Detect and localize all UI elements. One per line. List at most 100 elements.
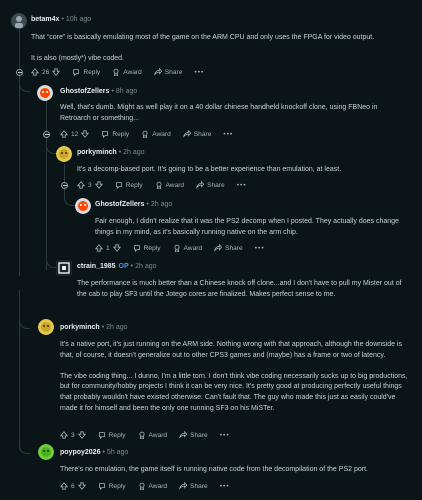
- comment-header: poypoy2026 • 5h ago: [60, 449, 129, 456]
- timestamp: 2h ago: [150, 201, 173, 208]
- award-icon: [155, 181, 163, 189]
- downvote-icon[interactable]: [94, 181, 103, 189]
- comment-body: It's a decomp-based port. It's going to …: [77, 165, 412, 176]
- more-options-icon[interactable]: •••: [255, 245, 265, 252]
- award-button[interactable]: Award: [138, 482, 167, 490]
- reply-button[interactable]: Reply: [98, 482, 126, 490]
- share-icon: [196, 181, 205, 189]
- award-button[interactable]: Award: [112, 68, 142, 76]
- comment-paragraph: Well, that's dumb. Might as well play it…: [60, 104, 378, 122]
- thread-line: [19, 24, 20, 276]
- vote-count: 1: [106, 244, 110, 252]
- share-button[interactable]: Share: [179, 482, 208, 490]
- vote-count: 6: [71, 482, 75, 490]
- collapse-icon[interactable]: [43, 131, 50, 138]
- avatar[interactable]: [56, 260, 72, 276]
- reply-button[interactable]: Reply: [133, 244, 161, 252]
- share-button[interactable]: Share: [196, 181, 225, 189]
- username[interactable]: porkyminch: [60, 324, 100, 331]
- avatar[interactable]: [37, 85, 53, 101]
- award-icon: [112, 68, 120, 76]
- comment-body: Fair enough, I didn't realize that it wa…: [95, 217, 410, 238]
- comment-header: porkyminch • 2h ago: [77, 149, 145, 156]
- username[interactable]: GhostofZellers: [60, 88, 109, 95]
- comment-paragraph: That “core” is basically emulating most …: [31, 34, 375, 41]
- comment-body: The performance is much better than a Ch…: [77, 279, 412, 300]
- comment-actions: 3 Reply Award Share •••: [77, 181, 247, 189]
- comment-body: It's a native port, it's just running on…: [60, 340, 412, 414]
- upvote-icon[interactable]: [77, 181, 85, 189]
- more-options-icon[interactable]: •••: [194, 69, 204, 76]
- comment-actions: 12 Reply Award Share •••: [60, 130, 233, 138]
- reply-button[interactable]: Reply: [72, 68, 100, 76]
- comment-body: Well, that's dumb. Might as well play it…: [60, 103, 410, 124]
- reply-button[interactable]: Reply: [98, 431, 126, 439]
- comment-paragraph: There's no emulation, the game itself is…: [60, 466, 368, 473]
- timestamp: 5h ago: [106, 449, 129, 456]
- upvote-icon[interactable]: [95, 244, 103, 252]
- downvote-icon[interactable]: [52, 68, 61, 76]
- avatar[interactable]: [75, 198, 91, 214]
- reply-icon: [133, 244, 141, 252]
- comment-header: ctrain_1985 OP • 2h ago: [77, 263, 157, 270]
- username[interactable]: poypoy2026: [60, 449, 100, 456]
- reply-icon: [98, 482, 106, 490]
- share-button[interactable]: Share: [179, 431, 208, 439]
- timestamp: 2h ago: [123, 149, 145, 156]
- avatar[interactable]: [11, 13, 27, 29]
- award-button[interactable]: Award: [141, 130, 171, 138]
- vote-count: 3: [88, 181, 92, 189]
- share-icon: [214, 244, 223, 252]
- avatar[interactable]: [38, 319, 54, 335]
- vote-count: 26: [42, 68, 50, 76]
- share-button[interactable]: Share: [182, 130, 211, 138]
- share-button[interactable]: Share: [214, 244, 243, 252]
- award-button[interactable]: Award: [138, 431, 167, 439]
- comment-paragraph: Fair enough, I didn't realize that it wa…: [95, 218, 399, 236]
- share-button[interactable]: Share: [153, 68, 182, 76]
- avatar[interactable]: [56, 146, 72, 162]
- upvote-icon[interactable]: [60, 482, 68, 490]
- reply-button[interactable]: Reply: [101, 130, 129, 138]
- comment-header: porkyminch • 2h ago: [60, 324, 128, 331]
- award-button[interactable]: Award: [173, 244, 202, 252]
- username[interactable]: ctrain_1985: [77, 263, 116, 270]
- upvote-icon[interactable]: [60, 431, 68, 439]
- share-icon: [179, 482, 188, 490]
- award-icon: [173, 244, 181, 252]
- username[interactable]: porkyminch: [77, 149, 117, 156]
- comment-body: There's no emulation, the game itself is…: [60, 465, 412, 476]
- timestamp: 2h ago: [106, 324, 128, 331]
- award-button[interactable]: Award: [155, 181, 184, 189]
- collapse-icon[interactable]: [16, 69, 23, 76]
- thread-connector: [19, 319, 30, 329]
- award-icon: [138, 482, 146, 490]
- more-options-icon[interactable]: •••: [220, 483, 230, 490]
- more-options-icon[interactable]: •••: [223, 131, 233, 138]
- downvote-icon[interactable]: [112, 244, 121, 252]
- comment-actions: 1 Reply Award Share •••: [95, 244, 265, 252]
- upvote-icon[interactable]: [60, 130, 68, 138]
- avatar[interactable]: [38, 444, 54, 460]
- downvote-icon[interactable]: [77, 482, 86, 490]
- reply-icon: [98, 431, 106, 439]
- timestamp: 2h ago: [135, 263, 157, 270]
- downvote-icon[interactable]: [77, 431, 86, 439]
- comment-paragraph: The performance is much better than a Ch…: [77, 280, 402, 298]
- downvote-icon[interactable]: [81, 130, 90, 138]
- username[interactable]: GhostofZellers: [95, 201, 144, 208]
- username[interactable]: betam4x: [31, 16, 59, 23]
- comment-paragraph: The vibe coding thing... I dunno, I'm a …: [60, 372, 408, 412]
- more-options-icon[interactable]: •••: [220, 432, 230, 439]
- more-options-icon[interactable]: •••: [237, 182, 247, 189]
- reply-icon: [72, 68, 80, 76]
- comment-paragraph: It's a decomp-based port. It's going to …: [77, 166, 342, 173]
- vote-count: 3: [71, 431, 75, 439]
- comment-paragraph: It is also (mostly*) vibe coded.: [31, 55, 124, 63]
- upvote-icon[interactable]: [31, 68, 39, 76]
- collapse-icon[interactable]: [61, 182, 68, 189]
- thread-connector: [19, 82, 30, 92]
- reply-icon: [115, 181, 123, 189]
- comment-header: betam4x • 10h ago: [31, 16, 92, 23]
- reply-button[interactable]: Reply: [115, 181, 143, 189]
